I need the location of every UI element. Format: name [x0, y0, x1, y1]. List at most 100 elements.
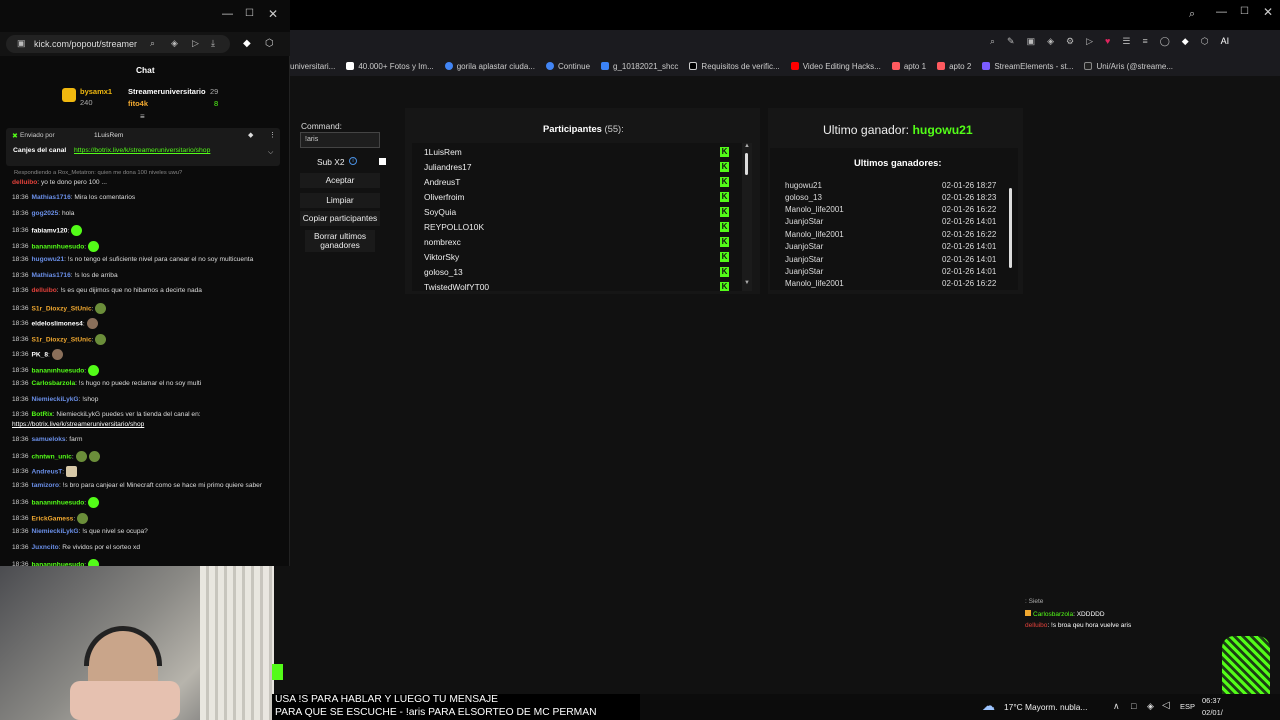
play-icon[interactable]: ▷ [1086, 36, 1093, 47]
close-button[interactable]: ✕ [268, 7, 278, 21]
bookmark-item[interactable]: Video Editing Hacks... [790, 62, 881, 71]
bookmark-item[interactable]: 40.000+ Fotos y Im... [346, 62, 434, 71]
clock-date[interactable]: 02/01/ [1202, 708, 1223, 717]
sub-x2-checkbox[interactable] [379, 158, 386, 165]
network-icon[interactable]: ◈ [1147, 701, 1154, 712]
shield-icon[interactable]: ◈ [1047, 36, 1054, 47]
winner-date: 02-01-26 18:27 [942, 181, 997, 190]
clear-winners-button[interactable]: Borrar ultimos ganadores [305, 230, 375, 252]
maximize-button[interactable]: ☐ [245, 8, 254, 19]
winners-title: Ultimos ganadores: [854, 157, 942, 168]
download-icon[interactable]: ⤓ [211, 38, 215, 49]
overlay-text-line1: USA !S PARA HABLAR Y LUEGO TU MENSAJE [275, 694, 498, 705]
bookmark-item[interactable]: StreamElements - st... [982, 62, 1073, 71]
radiator [200, 566, 274, 720]
winner-name: Manolo_life2001 [785, 205, 844, 214]
edit-icon[interactable]: ✎ [1007, 36, 1015, 47]
extension-icon[interactable]: ◆ [243, 38, 251, 49]
chevron-down-icon[interactable]: ⌵ [268, 149, 273, 157]
winner-date: 02-01-26 14:01 [942, 217, 997, 226]
command-label: Command: [301, 121, 342, 131]
scroll-up-icon[interactable]: ▲ [744, 143, 750, 149]
pin-action-icon[interactable]: ◆ [248, 131, 253, 139]
winners-list[interactable]: Ultimos ganadores: hugowu21 02-01-26 18:2… [770, 148, 1018, 290]
shield-icon[interactable]: ◈ [171, 38, 178, 49]
green-indicator [272, 664, 283, 680]
info-icon[interactable]: i [349, 157, 357, 165]
photo-icon [346, 62, 355, 70]
kick-icon: K [720, 222, 729, 232]
list-item: SoyQuia [424, 207, 457, 217]
gifter-name: bysamx1 [80, 87, 113, 96]
main-window-titlebar: ⌕ — ☐ ✕ [290, 0, 1280, 30]
overlay-chat: : Siete Carlosbarzola: XDDDDD delluibo: … [1025, 598, 1225, 634]
scroll-down-icon[interactable]: ▼ [744, 280, 750, 286]
bookmark-item[interactable]: Continue [546, 62, 590, 71]
bookmark-item[interactable]: apto 2 [937, 62, 971, 71]
bookmark-item[interactable]: gorila aplastar ciuda... [444, 62, 535, 71]
kick-icon: K [720, 267, 729, 277]
profile-icon[interactable]: ◯ [1160, 36, 1170, 47]
minimize-button[interactable]: — [1216, 6, 1227, 18]
pinned-link[interactable]: https://botrix.live/k/streameruniversita… [74, 147, 210, 154]
kick-icon: K [720, 252, 729, 262]
package-icon[interactable]: ⬡ [1201, 36, 1209, 47]
bookmark-item[interactable]: apto 1 [891, 62, 926, 71]
reply-context: Respondiendo a Rox_Metatron: quien me do… [14, 170, 183, 176]
maximize-button[interactable]: ☐ [1240, 6, 1249, 17]
winner-date: 02-01-26 16:22 [942, 230, 997, 239]
bookmark-item[interactable]: Uni/Aris (@streame... [1084, 62, 1173, 71]
winner-date: 02-01-26 14:01 [942, 255, 997, 264]
sub-x2-label: Sub X2 [317, 157, 345, 167]
more-icon[interactable]: ⋮ [269, 131, 276, 139]
clear-button[interactable]: Limpiar [300, 193, 380, 208]
minimize-button[interactable]: — [222, 8, 233, 20]
scroll-thumb[interactable] [745, 153, 748, 175]
search-icon[interactable]: ⌕ [1189, 8, 1195, 21]
winner-name: goloso_13 [785, 193, 822, 202]
url-field[interactable]: ▣ kick.com/popout/streamer ⌕ ◈ ▷ ⤓ [6, 35, 230, 53]
kick-icon: K [720, 177, 729, 187]
chevron-up-icon[interactable]: ∧ [1113, 701, 1120, 712]
accept-button[interactable]: Aceptar [300, 173, 380, 188]
last-winner-label: Ultimo ganador: [823, 123, 910, 137]
bookmark-list-icon[interactable]: ☰ [1122, 36, 1130, 47]
weather-icon[interactable]: ☁ [982, 698, 995, 714]
language-indicator[interactable]: ESP [1180, 702, 1195, 711]
bookmark-item[interactable]: g_10182021_shcc [601, 62, 678, 71]
winners-scroll-thumb[interactable] [1009, 188, 1012, 268]
play-icon[interactable]: ▷ [192, 38, 199, 49]
google-icon [444, 62, 453, 70]
participants-list[interactable]: 1LuisRem Juliandres17 AndreusT Oliverfro… [412, 143, 742, 291]
camera-icon[interactable]: ▣ [1027, 36, 1036, 47]
gifter-name: Streameruniversitario [128, 87, 206, 96]
command-input[interactable]: !aris [300, 132, 380, 148]
heart-icon[interactable]: ♥ [1105, 36, 1110, 47]
app-icon[interactable]: □ [1131, 701, 1136, 711]
gifter-count: 29 [210, 87, 219, 96]
package-icon[interactable]: ⬡ [265, 38, 274, 49]
close-button[interactable]: ✕ [1263, 5, 1273, 19]
drive-icon [601, 62, 610, 70]
zoom-icon[interactable]: ⌕ [990, 36, 995, 47]
collapse-icon[interactable]: ≡ [140, 112, 145, 121]
pin-icon: ✖ [12, 133, 18, 140]
clock-time[interactable]: 06:37 [1202, 696, 1221, 705]
gifter-count: 240 [80, 98, 93, 107]
zoom-icon[interactable]: ⌕ [150, 38, 155, 49]
list-item: Oliverfroim [424, 192, 465, 202]
list-item: goloso_13 [424, 267, 463, 277]
menu-icon[interactable]: ≡ [1142, 36, 1147, 47]
bookmark-item[interactable]: Requisitos de verific... [689, 62, 780, 71]
copy-participants-button[interactable]: Copiar participantes [300, 211, 380, 226]
weather-text[interactable]: 17°C Mayorm. nubla... [1004, 702, 1087, 712]
ai-icon[interactable]: AI [1221, 36, 1230, 47]
winner-name: Manolo_life2001 [785, 230, 844, 239]
extension-icon[interactable]: ◆ [1182, 36, 1189, 47]
pinned-message[interactable]: ✖ Enviado por 1LuisRem ◆ ⋮ Canjes del ca… [6, 128, 280, 166]
participants-scrollbar[interactable]: ▲ ▼ [742, 143, 752, 291]
translate-icon[interactable]: ⚙ [1066, 36, 1074, 47]
volume-icon[interactable]: ◁ [1162, 700, 1170, 711]
bookmark-item[interactable]: universitari... [290, 62, 335, 71]
winner-date: 02-01-26 16:22 [942, 279, 997, 288]
